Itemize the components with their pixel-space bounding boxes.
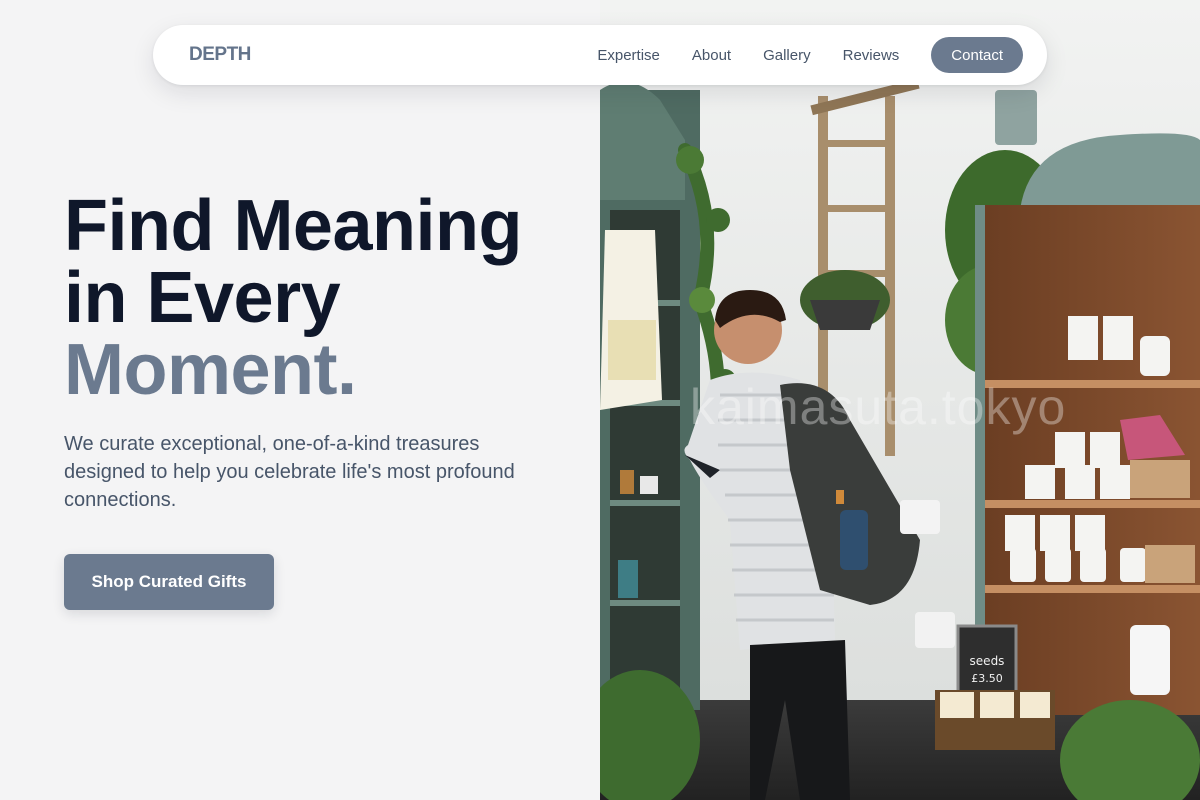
contact-button[interactable]: Contact [931, 37, 1023, 73]
nav-links: Expertise About Gallery Reviews Contact [597, 37, 1023, 73]
shop-curated-gifts-button[interactable]: Shop Curated Gifts [64, 554, 274, 610]
nav-link-gallery[interactable]: Gallery [763, 47, 811, 64]
photo-watermark: kaimasuta.tokyo [690, 379, 1067, 435]
nav-link-reviews[interactable]: Reviews [843, 47, 900, 64]
hero-text-panel: Find Meaning in Every Moment. We curate … [0, 0, 600, 800]
hero-subtitle: We curate exceptional, one-of-a-kind tre… [64, 433, 515, 511]
nav-link-expertise[interactable]: Expertise [597, 47, 660, 64]
nav-link-about[interactable]: About [692, 47, 731, 64]
headline-line-1: Find Meaning [64, 186, 522, 266]
chalkboard-sign-text: seeds [970, 654, 1005, 668]
hero-headline: Find Meaning in Every Moment. [64, 190, 522, 406]
left-shelf-unit [600, 82, 700, 710]
brand-logo[interactable]: DEPTH [189, 44, 251, 66]
headline-line-2: in Every [64, 258, 341, 338]
top-navigation-bar: DEPTH Expertise About Gallery Reviews Co… [153, 25, 1047, 85]
chalkboard-price: £3.50 [971, 672, 1003, 685]
hero-image: seeds £3.50 kaimasuta.tokyo [600, 0, 1200, 800]
headline-line-3-accent: Moment. [64, 330, 357, 410]
